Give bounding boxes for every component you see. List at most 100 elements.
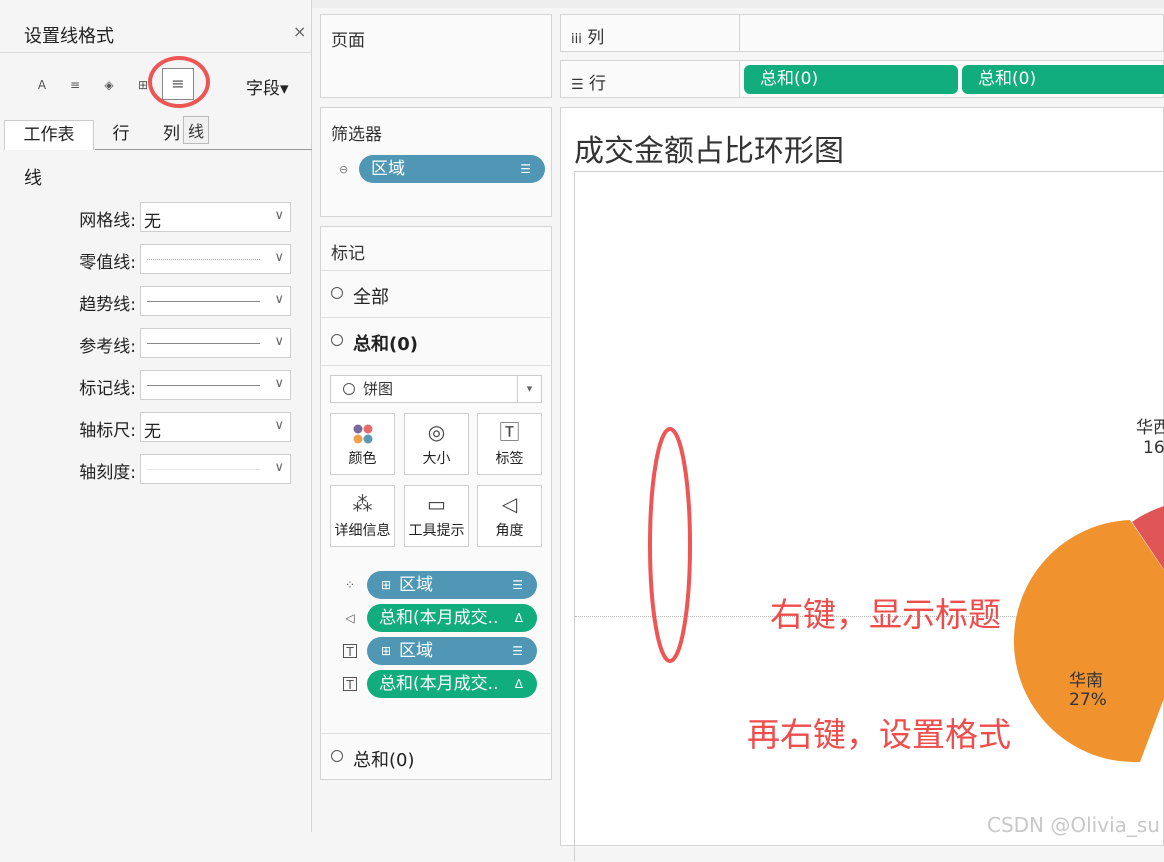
rows-shelf-label: ☰ 行 bbox=[571, 69, 606, 94]
color-icon: ⁘ bbox=[344, 578, 356, 592]
angle-icon: ◁ bbox=[345, 611, 355, 625]
viz-panel: 成交金额占比环形图 右键，显示标题 再右键，设置格式 华西 16 华南 27% bbox=[560, 107, 1164, 861]
text-label-icon: T bbox=[343, 644, 357, 659]
color-icon bbox=[331, 414, 394, 448]
chevron-down-icon: ∨ bbox=[274, 250, 284, 265]
line-preview bbox=[147, 301, 260, 302]
trend-lines-label: 趋势线: bbox=[79, 295, 136, 315]
line-preview bbox=[147, 343, 260, 344]
filters-title: 筛选器 bbox=[331, 125, 382, 145]
chevron-down-icon: ∨ bbox=[274, 460, 284, 475]
columns-label-text: 列 bbox=[587, 28, 605, 48]
expand-icon: ⊞ bbox=[381, 578, 392, 592]
size-label: 大小 bbox=[422, 451, 451, 467]
trend-lines-select[interactable]: ∨ bbox=[140, 286, 291, 316]
alignment-icon[interactable]: ≡ bbox=[64, 74, 86, 96]
zero-lines-select[interactable]: ∨ bbox=[140, 244, 291, 274]
pie-slice-south[interactable] bbox=[1013, 520, 1164, 763]
size-button[interactable]: ◎ 大小 bbox=[404, 413, 469, 475]
dimension-icon: ⊖ bbox=[339, 163, 349, 176]
pie-slices[interactable] bbox=[1013, 501, 1164, 763]
sort-icon: ☰ bbox=[520, 162, 531, 176]
reference-lines-label: 参考线: bbox=[79, 337, 136, 357]
row-pill-sum-2[interactable]: 总和(0) bbox=[962, 65, 1164, 94]
marks-title: 标记 bbox=[331, 244, 365, 264]
filter-pill-label: 区域 bbox=[371, 159, 405, 179]
field-pill-region-label[interactable]: ⊞ 区域 ☰ bbox=[367, 637, 537, 665]
marks-sum-row[interactable]: 总和(0) bbox=[321, 318, 551, 366]
plot-area[interactable]: 右键，显示标题 再右键，设置格式 华西 16 华南 27% bbox=[574, 171, 1164, 861]
field-pill-label: 总和(本月成交.. bbox=[379, 608, 499, 628]
chevron-down-icon: ∨ bbox=[274, 376, 284, 391]
angle-icon: ◁ bbox=[501, 492, 518, 516]
axis-ticks-select[interactable]: ∨ bbox=[140, 454, 291, 484]
close-icon[interactable]: × bbox=[293, 22, 306, 41]
tooltip-icon: ▭ bbox=[427, 492, 446, 516]
mark-type-select[interactable]: 饼图 ▾ bbox=[330, 375, 542, 403]
chevron-down-icon: ∨ bbox=[274, 292, 284, 307]
reference-lines-select[interactable]: ∨ bbox=[140, 328, 291, 358]
angle-label: 角度 bbox=[495, 523, 524, 539]
label-west: 华西 bbox=[1136, 418, 1164, 438]
format-lines-pane: 设置线格式 × A ≡ ◈ ⊞ ≡ 字段▾ 线 工作表 行 列 线 网格线: 无… bbox=[0, 0, 312, 832]
axis-rulers-label: 轴标尺: bbox=[79, 421, 136, 441]
filter-pill-region[interactable]: 区域 ☰ bbox=[359, 155, 545, 183]
pie-icon bbox=[331, 287, 343, 299]
delta-icon: Δ bbox=[514, 677, 523, 691]
field-pill-sum-label[interactable]: 总和(本月成交.. Δ bbox=[367, 670, 537, 698]
tab-columns[interactable]: 列 bbox=[147, 120, 199, 150]
gridlines-label: 网格线: bbox=[79, 211, 136, 231]
sort-icon: ☰ bbox=[512, 644, 523, 658]
font-icon[interactable]: A bbox=[31, 74, 53, 96]
shading-icon[interactable]: ◈ bbox=[98, 74, 120, 96]
row-pill-sum-1[interactable]: 总和(0) bbox=[744, 65, 958, 94]
line-preview bbox=[147, 469, 260, 470]
shelf-divider bbox=[739, 15, 740, 51]
shelf-divider bbox=[739, 61, 740, 97]
label-button[interactable]: 🅃 标签 bbox=[477, 413, 542, 475]
pane-title: 设置线格式 bbox=[24, 26, 114, 47]
expand-icon: ⊞ bbox=[381, 644, 392, 658]
line-preview bbox=[147, 259, 260, 260]
tab-rows[interactable]: 行 bbox=[95, 120, 147, 150]
tooltip-button[interactable]: ▭ 工具提示 bbox=[404, 485, 469, 547]
gridlines-value: 无 bbox=[144, 212, 161, 232]
tab-underline bbox=[199, 149, 312, 150]
columns-shelf-label: iii 列 bbox=[571, 23, 604, 48]
chevron-down-icon: ▾ bbox=[517, 376, 541, 402]
rows-shelf[interactable]: ☰ 行 总和(0) 总和(0) bbox=[560, 60, 1164, 98]
angle-button[interactable]: ◁ 角度 bbox=[477, 485, 542, 547]
field-pill-region-color[interactable]: ⊞ 区域 ☰ bbox=[367, 571, 537, 599]
divider bbox=[0, 52, 312, 53]
color-label: 颜色 bbox=[348, 451, 377, 467]
detail-button[interactable]: ⁂ 详细信息 bbox=[330, 485, 395, 547]
pie-icon bbox=[331, 334, 343, 346]
rows-icon: ☰ bbox=[571, 77, 584, 93]
columns-shelf[interactable]: iii 列 bbox=[560, 14, 1164, 52]
rows-label-text: 行 bbox=[588, 74, 606, 94]
axis-rulers-value: 无 bbox=[144, 422, 161, 442]
filters-card: 筛选器 ⊖ 区域 ☰ bbox=[320, 107, 552, 217]
highlight-circle bbox=[148, 56, 210, 108]
annotation-ellipse bbox=[648, 427, 692, 663]
chevron-down-icon: ∨ bbox=[274, 418, 284, 433]
axis-ticks-label: 轴刻度: bbox=[79, 463, 136, 483]
axis-rulers-select[interactable]: 无 ∨ bbox=[140, 412, 291, 442]
marks-all-row[interactable]: 全部 bbox=[321, 270, 551, 318]
label-south: 华南 bbox=[1069, 671, 1103, 691]
marks-all-label: 全部 bbox=[353, 287, 389, 308]
annotation-show-title: 右键，显示标题 bbox=[770, 595, 1001, 634]
marks-card: 标记 全部 总和(0) 饼图 ▾ 颜色 ◎ 大小 🅃 标签 ⁂ 详细信息 ▭ 工具提示 … bbox=[320, 226, 552, 780]
drop-lines-select[interactable]: ∨ bbox=[140, 370, 291, 400]
marks-sum2-row[interactable]: 总和(0) bbox=[321, 733, 551, 781]
detail-label: 详细信息 bbox=[334, 523, 391, 539]
gridlines-select[interactable]: 无 ∨ bbox=[140, 202, 291, 232]
color-button[interactable]: 颜色 bbox=[330, 413, 395, 475]
detail-icon: ⁂ bbox=[352, 492, 373, 516]
label-south-percent: 27% bbox=[1069, 690, 1107, 710]
field-pill-sum-angle[interactable]: 总和(本月成交.. Δ bbox=[367, 604, 537, 632]
viz-title[interactable]: 成交金额占比环形图 bbox=[574, 126, 844, 170]
field-pill-label: 区域 bbox=[399, 641, 433, 661]
field-dropdown[interactable]: 字段▾ bbox=[246, 74, 289, 99]
tab-worksheet[interactable]: 工作表 bbox=[4, 120, 94, 150]
